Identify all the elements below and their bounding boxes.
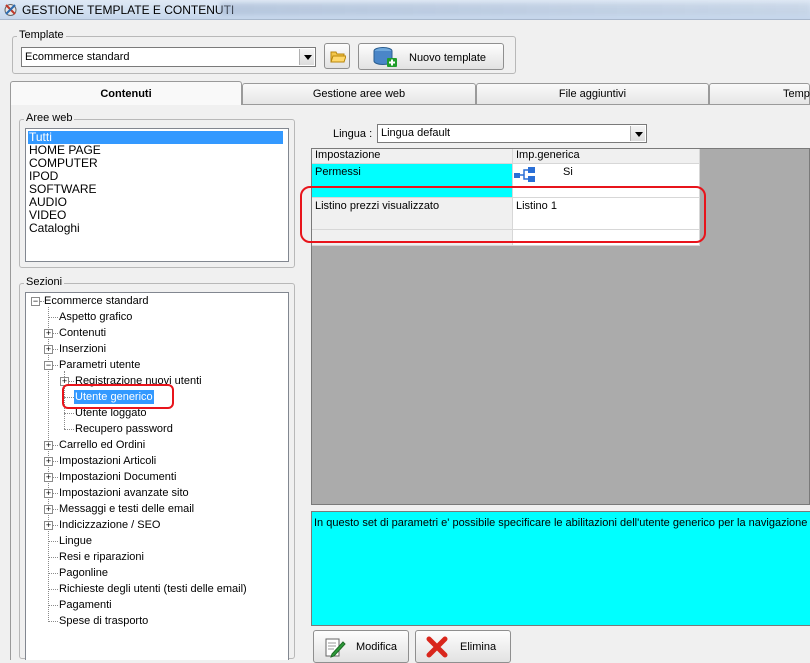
tab-file-aggiuntivi-label: File aggiuntivi: [558, 88, 627, 100]
tree-connector: [53, 461, 58, 462]
expand-icon[interactable]: +: [44, 345, 53, 354]
tree-node[interactable]: Indicizzazione / SEO: [59, 518, 161, 532]
permissions-icon: [514, 167, 535, 182]
column-header[interactable]: Imp.generica: [513, 149, 700, 164]
new-template-label: Nuovo template: [409, 52, 487, 64]
tree-node[interactable]: Messaggi e testi delle email: [59, 502, 194, 516]
tab-file-aggiuntivi[interactable]: File aggiuntivi: [476, 83, 709, 104]
template-select-value: Ecommerce standard: [25, 51, 130, 63]
tree-node[interactable]: Spese di trasporto: [59, 614, 148, 628]
delete-icon: [426, 636, 448, 658]
tree-node[interactable]: Impostazioni Articoli: [59, 454, 156, 468]
sezioni-legend: Sezioni: [24, 276, 65, 288]
edit-icon: [325, 638, 346, 658]
tree-connector: [48, 317, 58, 318]
tree-connector: [64, 429, 74, 430]
tree-node[interactable]: Lingue: [59, 534, 92, 548]
tree-node[interactable]: Recupero password: [75, 422, 173, 436]
tree-node[interactable]: Aspetto grafico: [59, 310, 132, 324]
collapse-icon[interactable]: −: [31, 297, 40, 306]
tree-connector: [53, 445, 58, 446]
tree-node-root[interactable]: Ecommerce standard: [44, 294, 149, 308]
database-add-icon: [373, 47, 397, 67]
expand-icon[interactable]: +: [44, 457, 53, 466]
expand-icon[interactable]: +: [44, 521, 53, 530]
template-group-legend: Template: [17, 29, 66, 41]
aree-web-legend: Aree web: [24, 112, 75, 124]
tree-node[interactable]: Contenuti: [59, 326, 106, 340]
elimina-button[interactable]: Elimina: [415, 630, 511, 663]
tree-connector: [69, 381, 74, 382]
tree-connector: [48, 589, 58, 590]
window-title: GESTIONE TEMPLATE E CONTENUTI: [22, 3, 235, 17]
tree-connector: [48, 541, 58, 542]
annotation-highlight-grid: [300, 186, 706, 243]
tab-temp[interactable]: Temp: [709, 83, 810, 104]
expand-icon[interactable]: +: [44, 489, 53, 498]
lingua-select-value: Lingua default: [381, 127, 451, 139]
chevron-down-icon[interactable]: [630, 126, 645, 141]
modifica-label: Modifica: [356, 641, 397, 653]
elimina-label: Elimina: [460, 641, 497, 653]
tree-node[interactable]: Impostazioni avanzate sito: [59, 486, 189, 500]
column-header[interactable]: Impostazione: [312, 149, 513, 164]
description-text: In questo set di parametri e' possibile …: [314, 517, 810, 529]
annotation-highlight-tree: [62, 384, 174, 409]
tab-gestione-aree-web[interactable]: Gestione aree web: [242, 83, 476, 104]
sezioni-tree[interactable]: − Ecommerce standard Aspetto grafico + C…: [25, 292, 289, 660]
expand-icon[interactable]: +: [44, 441, 53, 450]
tree-connector: [48, 605, 58, 606]
tree-connector: [53, 493, 58, 494]
tab-temp-label: Temp: [783, 88, 810, 100]
tree-node[interactable]: Pagonline: [59, 566, 108, 580]
open-folder-button[interactable]: [324, 43, 350, 69]
tree-connector: [64, 413, 74, 414]
aree-web-list[interactable]: Tutti HOME PAGE COMPUTER IPOD SOFTWARE A…: [25, 128, 289, 262]
collapse-icon[interactable]: −: [44, 361, 53, 370]
list-item[interactable]: Cataloghi: [28, 222, 80, 235]
tree-node[interactable]: Resi e riparazioni: [59, 550, 144, 564]
tree-node[interactable]: Impostazioni Documenti: [59, 470, 176, 484]
tree-connector: [48, 621, 58, 622]
tree-connector: [53, 349, 58, 350]
tab-contenuti-label: Contenuti: [100, 88, 152, 100]
expand-icon[interactable]: +: [44, 329, 53, 338]
description-box: In questo set di parametri e' possibile …: [311, 511, 810, 626]
tree-node[interactable]: Carrello ed Ordini: [59, 438, 145, 452]
expand-icon[interactable]: +: [44, 505, 53, 514]
lingua-select[interactable]: Lingua default: [377, 124, 647, 143]
tree-connector: [48, 573, 58, 574]
tab-contenuti[interactable]: Contenuti: [10, 81, 242, 105]
tree-node-parametri-utente[interactable]: Parametri utente: [59, 358, 140, 372]
lingua-label: Lingua :: [333, 128, 373, 140]
new-template-button[interactable]: Nuovo template: [358, 43, 504, 70]
tree-node[interactable]: Richieste degli utenti (testi delle emai…: [59, 582, 247, 596]
tree-connector: [48, 557, 58, 558]
expand-icon[interactable]: +: [44, 473, 53, 482]
tree-node[interactable]: Inserzioni: [59, 342, 106, 356]
tree-connector: [53, 477, 58, 478]
tree-connector: [53, 365, 58, 366]
tree-connector: [53, 525, 58, 526]
title-bar: GESTIONE TEMPLATE E CONTENUTI: [0, 0, 810, 20]
template-select[interactable]: Ecommerce standard: [21, 47, 316, 67]
folder-icon: [330, 51, 346, 63]
title-bar-blurred-area: [220, 3, 810, 15]
tree-connector: [53, 333, 58, 334]
tab-gestione-aree-web-label: Gestione aree web: [312, 88, 406, 100]
tree-connector: [53, 509, 58, 510]
permessi-value: Si: [563, 166, 573, 178]
app-icon: [4, 4, 17, 16]
chevron-down-icon[interactable]: [299, 49, 314, 65]
modifica-button[interactable]: Modifica: [313, 630, 409, 663]
tree-node[interactable]: Pagamenti: [59, 598, 112, 612]
